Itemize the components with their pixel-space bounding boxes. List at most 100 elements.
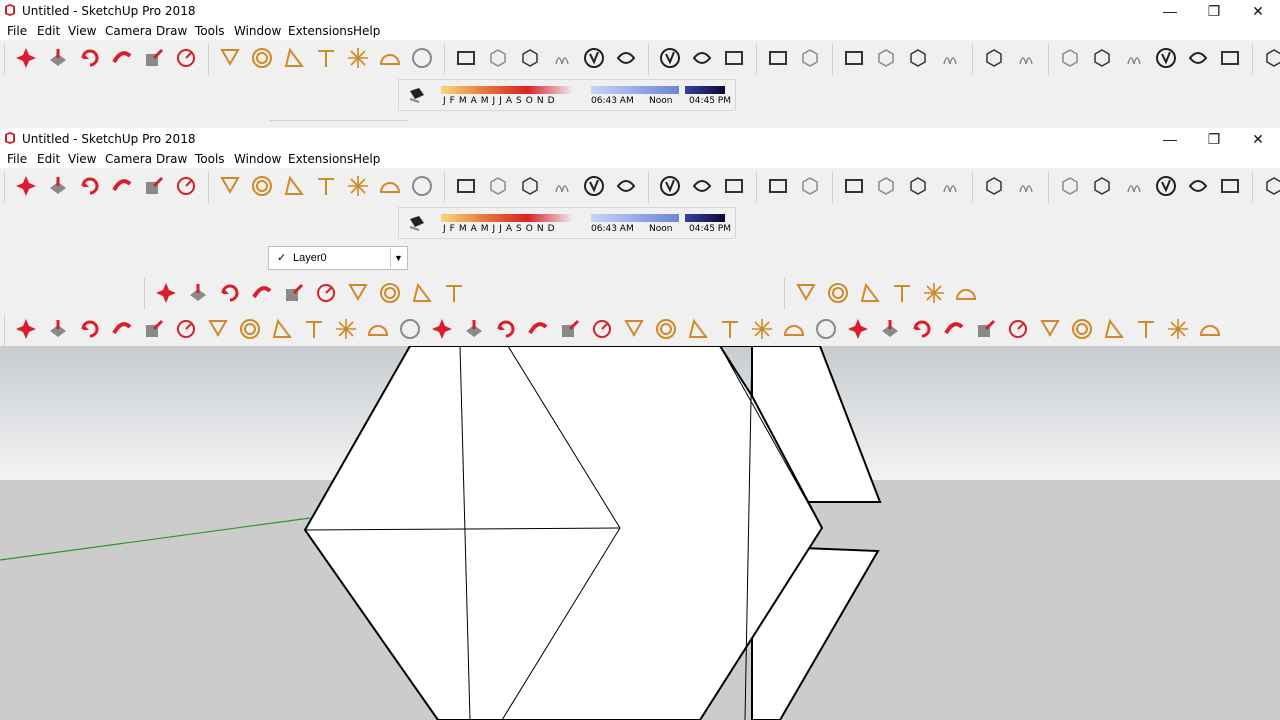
shadow-toggle-icon[interactable] bbox=[407, 85, 427, 105]
menu-camera[interactable]: Camera bbox=[105, 24, 152, 38]
warehouse-button[interactable] bbox=[451, 172, 481, 202]
render-settings-button[interactable] bbox=[795, 172, 825, 202]
pushpull-button[interactable] bbox=[43, 172, 73, 202]
menu-draw[interactable]: Draw bbox=[156, 24, 187, 38]
rotate-button[interactable] bbox=[75, 44, 105, 74]
extension-button[interactable] bbox=[483, 172, 513, 202]
monochrome-button[interactable] bbox=[1215, 44, 1245, 74]
shadow-toggle-icon[interactable] bbox=[407, 213, 427, 233]
tape-button[interactable] bbox=[203, 315, 233, 345]
shaded-button[interactable] bbox=[1183, 172, 1213, 202]
v-ray-button[interactable] bbox=[655, 44, 685, 74]
teapot-cursor-button[interactable] bbox=[719, 172, 749, 202]
text-label-button[interactable] bbox=[843, 315, 873, 345]
dimension-button[interactable] bbox=[311, 44, 341, 74]
upload-button[interactable] bbox=[515, 44, 545, 74]
rotated-rectangle-button[interactable] bbox=[247, 279, 277, 309]
menu-tools[interactable]: Tools bbox=[195, 152, 225, 166]
monochrome-button[interactable] bbox=[1215, 172, 1245, 202]
chevron-down-icon[interactable]: ▼ bbox=[390, 248, 406, 268]
restore-button[interactable]: ❐ bbox=[1192, 128, 1236, 150]
axes-button[interactable] bbox=[331, 315, 361, 345]
scale-button[interactable] bbox=[139, 172, 169, 202]
monochrome-button[interactable] bbox=[1099, 315, 1129, 345]
menu-edit[interactable]: Edit bbox=[37, 24, 60, 38]
menu-window[interactable]: Window bbox=[234, 24, 281, 38]
circle-draw-button[interactable] bbox=[555, 315, 585, 345]
lock-button[interactable] bbox=[935, 44, 965, 74]
menu-file[interactable]: File bbox=[7, 24, 27, 38]
dimensions-button[interactable] bbox=[779, 315, 809, 345]
rotated-rectangle-button[interactable] bbox=[523, 315, 553, 345]
xray-button[interactable] bbox=[1055, 172, 1085, 202]
menu-view[interactable]: View bbox=[68, 152, 96, 166]
tape-button[interactable] bbox=[215, 172, 245, 202]
polygon-button[interactable] bbox=[311, 279, 341, 309]
rotate-button[interactable] bbox=[75, 172, 105, 202]
hidden-button[interactable] bbox=[1151, 172, 1181, 202]
freehand-button[interactable] bbox=[183, 279, 213, 309]
menu-window[interactable]: Window bbox=[234, 152, 281, 166]
move-button[interactable] bbox=[11, 172, 41, 202]
arc-button[interactable] bbox=[619, 315, 649, 345]
pencil-button[interactable] bbox=[151, 279, 181, 309]
backedge-button[interactable] bbox=[1087, 44, 1117, 74]
render-button[interactable] bbox=[763, 44, 793, 74]
dimensions-button[interactable] bbox=[823, 279, 853, 309]
scene-cursor-button[interactable] bbox=[1259, 44, 1280, 74]
upload-button[interactable] bbox=[515, 172, 545, 202]
sphere-button[interactable] bbox=[407, 172, 437, 202]
sphere-button[interactable] bbox=[407, 44, 437, 74]
pushpull-button[interactable] bbox=[43, 315, 73, 345]
circle-draw-button[interactable] bbox=[279, 279, 309, 309]
time-slider[interactable] bbox=[591, 86, 679, 94]
tape-button[interactable] bbox=[215, 44, 245, 74]
drape-button[interactable] bbox=[579, 44, 609, 74]
wireframe-button[interactable] bbox=[1119, 172, 1149, 202]
warehouse-button[interactable] bbox=[451, 44, 481, 74]
three-point-arc-button[interactable] bbox=[683, 315, 713, 345]
two-point-arc-button[interactable] bbox=[651, 315, 681, 345]
menu-camera[interactable]: Camera bbox=[105, 152, 152, 166]
polygon-button[interactable] bbox=[587, 315, 617, 345]
menu-edit[interactable]: Edit bbox=[37, 152, 60, 166]
v-ray-button[interactable] bbox=[655, 172, 685, 202]
minimize-button[interactable]: — bbox=[1148, 0, 1192, 22]
dimension-button[interactable] bbox=[299, 315, 329, 345]
stamp-button[interactable] bbox=[611, 172, 641, 202]
teapot-button[interactable] bbox=[687, 172, 717, 202]
two-point-arc-button[interactable] bbox=[375, 279, 405, 309]
tape-measure-button[interactable] bbox=[747, 315, 777, 345]
followme-button[interactable] bbox=[107, 172, 137, 202]
shaded-button[interactable] bbox=[1067, 315, 1097, 345]
sandbox-button[interactable] bbox=[547, 44, 577, 74]
minimize-button[interactable]: — bbox=[1148, 128, 1192, 150]
protractor-measure-button[interactable] bbox=[811, 315, 841, 345]
section-fill-button[interactable] bbox=[1011, 44, 1041, 74]
wireframe-button[interactable] bbox=[1119, 44, 1149, 74]
scene-canvas[interactable] bbox=[0, 346, 1280, 720]
menu-file[interactable]: File bbox=[7, 152, 27, 166]
rectangle-button[interactable] bbox=[215, 279, 245, 309]
circle-button[interactable] bbox=[235, 315, 265, 345]
section-plane-button[interactable] bbox=[979, 172, 1009, 202]
teapot-button[interactable] bbox=[687, 44, 717, 74]
date-slider[interactable] bbox=[441, 214, 571, 222]
lock-button[interactable] bbox=[935, 172, 965, 202]
offset-button[interactable] bbox=[171, 44, 201, 74]
rotate-button[interactable] bbox=[75, 315, 105, 345]
frame-button[interactable] bbox=[839, 172, 869, 202]
axes-measure-button[interactable] bbox=[919, 279, 949, 309]
text-button[interactable] bbox=[375, 172, 405, 202]
menu-help[interactable]: Help bbox=[353, 24, 380, 38]
section-fill-button[interactable] bbox=[1011, 172, 1041, 202]
rotate-button[interactable] bbox=[1195, 315, 1225, 345]
3d-text-button[interactable] bbox=[907, 315, 937, 345]
menu-draw[interactable]: Draw bbox=[156, 152, 187, 166]
axes-button[interactable] bbox=[343, 44, 373, 74]
date-slider[interactable] bbox=[441, 86, 571, 94]
scene-cursor-button[interactable] bbox=[1259, 172, 1280, 202]
restore-button[interactable]: ❐ bbox=[1192, 0, 1236, 22]
dimension-button[interactable] bbox=[311, 172, 341, 202]
protractor-button[interactable] bbox=[279, 172, 309, 202]
